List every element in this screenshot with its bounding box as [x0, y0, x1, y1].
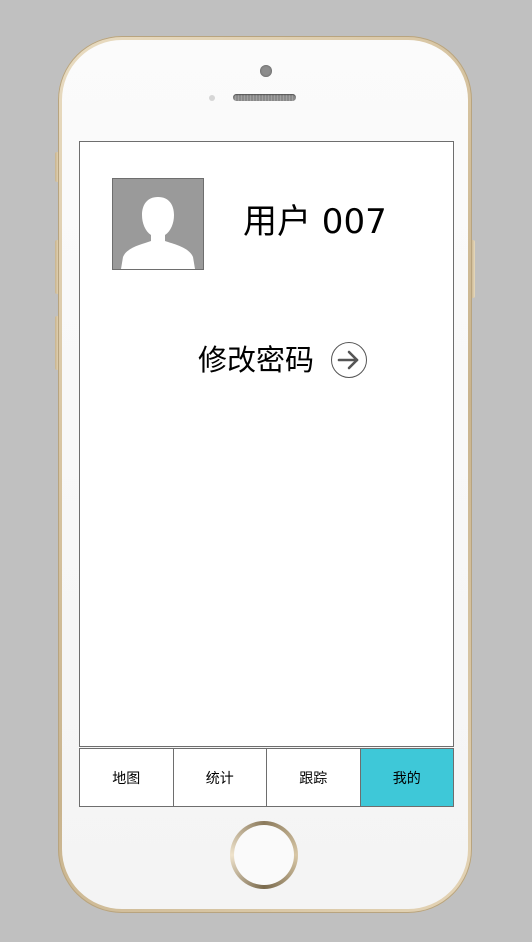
- tab-statistics[interactable]: 统计: [172, 749, 267, 806]
- tab-mine[interactable]: 我的: [359, 749, 453, 806]
- change-password-button[interactable]: [331, 342, 368, 378]
- person-silhouette-icon: [121, 197, 195, 269]
- home-button-face: [234, 825, 294, 885]
- bottom-tab-bar: 地图 统计 跟踪 我的: [79, 748, 454, 807]
- front-camera: [260, 65, 272, 77]
- proximity-sensor: [209, 95, 215, 101]
- home-button[interactable]: [230, 821, 298, 889]
- username-label: 用户 007: [243, 202, 387, 242]
- change-password-row[interactable]: 修改密码: [198, 340, 368, 380]
- change-password-label[interactable]: 修改密码: [198, 340, 314, 380]
- avatar[interactable]: [112, 178, 204, 270]
- earpiece-speaker: [233, 94, 296, 101]
- tab-map[interactable]: 地图: [80, 749, 173, 806]
- mockup-stage: 用户 007 修改密码 地图 统计 跟踪 我的: [0, 0, 532, 942]
- arrow-right-icon: [337, 350, 359, 370]
- tab-tracking[interactable]: 跟踪: [266, 749, 360, 806]
